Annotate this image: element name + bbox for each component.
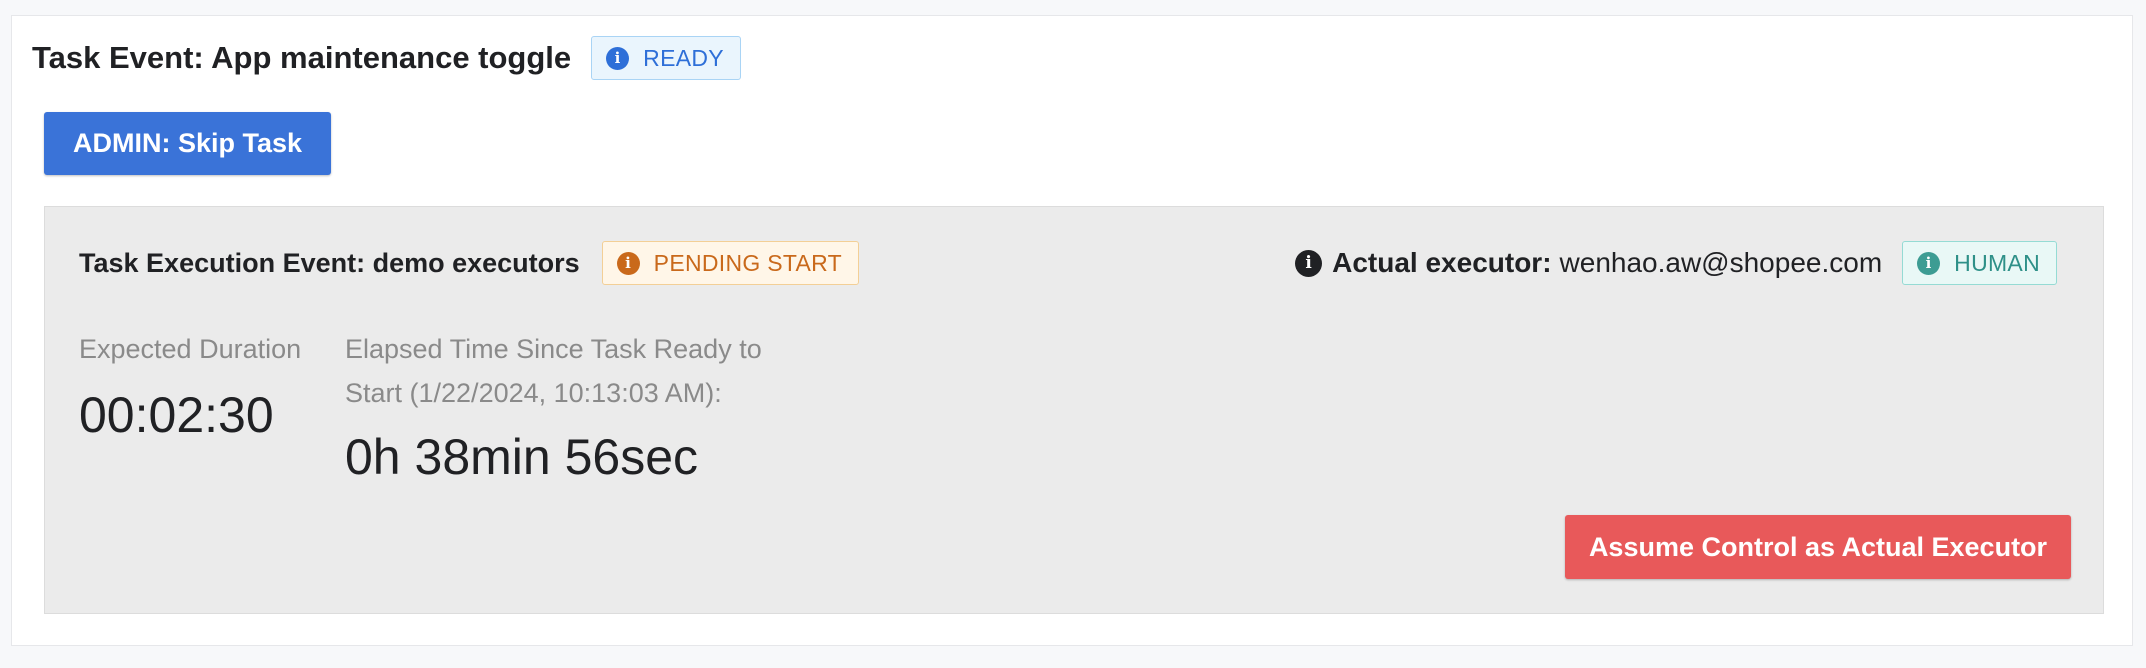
pending-start-badge: i PENDING START	[601, 241, 860, 285]
actual-executor-row: i Actual executor: wenhao.aw@shopee.com …	[1295, 241, 2057, 285]
elapsed-time-value: 0h 38min 56sec	[345, 429, 699, 485]
expected-duration-value: 00:02:30	[79, 387, 274, 443]
execution-title-row: Task Execution Event: demo executors i P…	[79, 241, 860, 285]
expected-duration-metric: Expected Duration 00:02:30	[79, 327, 301, 445]
info-icon[interactable]: i	[1295, 249, 1323, 277]
execution-title: Task Execution Event: demo executors	[79, 247, 580, 278]
expected-duration-label: Expected Duration	[79, 334, 302, 364]
info-icon: i	[1917, 251, 1941, 275]
admin-skip-task-button[interactable]: ADMIN: Skip Task	[44, 112, 331, 175]
ready-status-text: READY	[643, 44, 724, 71]
task-title: Task Event: App maintenance toggle	[32, 40, 572, 75]
info-icon: i	[616, 251, 640, 275]
task-execution-panel: Task Execution Event: demo executors i P…	[44, 206, 2104, 614]
ready-status-badge: i READY	[591, 36, 741, 80]
actual-executor-email: wenhao.aw@shopee.com	[1559, 247, 1883, 278]
human-badge: i HUMAN	[1902, 241, 2057, 285]
elapsed-time-metric: Elapsed Time Since Task Ready to Start (…	[345, 327, 805, 487]
info-icon: i	[606, 46, 630, 70]
pending-start-text: PENDING START	[653, 249, 843, 276]
task-title-row: Task Event: App maintenance toggle i REA…	[32, 35, 741, 81]
elapsed-time-label: Elapsed Time Since Task Ready to Start (…	[345, 334, 762, 408]
assume-control-button[interactable]: Assume Control as Actual Executor	[1565, 515, 2071, 579]
human-badge-text: HUMAN	[1954, 249, 2040, 276]
actual-executor-label: Actual executor:	[1332, 247, 1552, 278]
